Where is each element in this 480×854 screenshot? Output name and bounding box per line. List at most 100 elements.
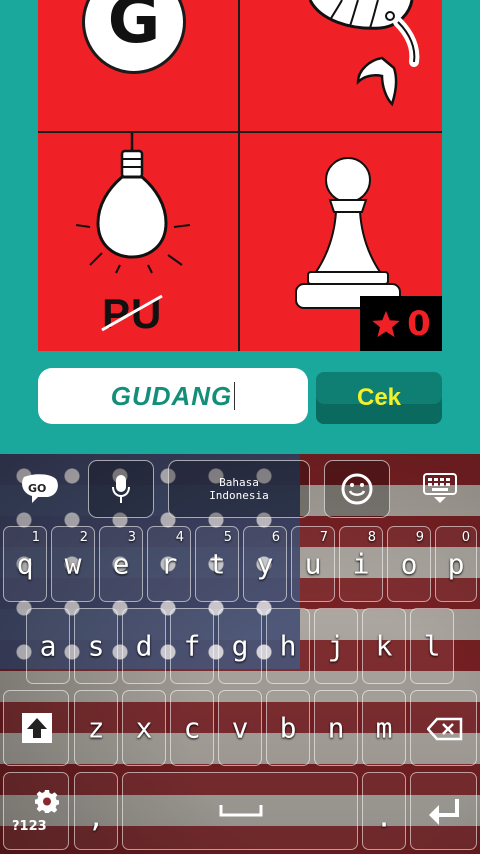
key-label: l [423,629,441,663]
key-label: z [87,711,105,745]
key-f[interactable]: f [170,608,214,684]
key-u[interactable]: 7u [291,526,335,602]
smiley-icon [341,473,373,505]
answer-input[interactable]: GUDANG [38,368,308,424]
star-count: 0 [407,303,431,344]
check-button[interactable]: Cek [316,372,442,424]
key-hint: 0 [461,530,470,545]
star-count-badge: 0 [360,296,442,351]
check-button-label: Cek [356,384,402,411]
answer-text: GUDANG [110,380,233,411]
key-hint: 6 [271,530,280,545]
puzzle-image-grid: G PU [38,0,442,351]
key-label: , [87,800,105,834]
key-label: h [279,629,297,663]
letter-g: G [107,0,161,58]
soft-keyboard: GO Bahasa Indonesia 1q 2w 3e 4r 5t 6y 7u [0,454,480,854]
key-w[interactable]: 2w [51,526,95,602]
key-label: c [183,711,201,745]
shift-arrow-icon [22,713,52,743]
key-label: t [208,547,226,581]
grid-divider-vertical [238,0,240,351]
microphone-button[interactable] [88,460,154,518]
key-y[interactable]: 6y [243,526,287,602]
key-g[interactable]: g [218,608,262,684]
backspace-icon [427,717,463,741]
key-hint: 1 [31,530,40,545]
microphone-icon [112,475,130,503]
backspace-key[interactable] [410,690,477,766]
key-label: j [327,629,345,663]
key-o[interactable]: 9o [387,526,431,602]
key-z[interactable]: z [74,690,118,766]
key-x[interactable]: x [122,690,166,766]
key-s[interactable]: s [74,608,118,684]
star-icon [372,310,400,337]
key-k[interactable]: k [362,608,406,684]
language-line-2: Indonesia [209,489,269,502]
space-key[interactable] [122,772,358,850]
shrimp-illustration [270,0,440,112]
key-label: x [135,711,153,745]
chess-pawn-illustration [290,150,410,320]
go-button[interactable]: GO [10,458,70,518]
symbols-settings-key[interactable]: ?123 [3,772,69,850]
key-label: n [327,711,345,745]
key-label: s [87,629,105,663]
language-line-1: Bahasa [219,476,259,489]
key-label: y [256,547,274,581]
key-i[interactable]: 8i [339,526,383,602]
gear-icon [35,790,59,813]
comma-key[interactable]: , [74,772,118,850]
key-d[interactable]: d [122,608,166,684]
key-hint: 4 [175,530,184,545]
key-j[interactable]: j [314,608,358,684]
key-c[interactable]: c [170,690,214,766]
emoji-button[interactable] [324,460,390,518]
enter-arrow-icon [429,799,459,825]
text-cursor [234,382,236,410]
enter-key[interactable] [410,772,477,850]
key-label: e [112,547,130,581]
key-m[interactable]: m [362,690,406,766]
key-p[interactable]: 0p [435,526,477,602]
key-b[interactable]: b [266,690,310,766]
key-q[interactable]: 1q [3,526,47,602]
key-label: r [160,547,178,581]
key-v[interactable]: v [218,690,262,766]
key-label: v [231,711,249,745]
letter-g-circle: G [82,0,186,74]
space-bar-icon [219,805,263,817]
key-label: g [231,629,249,663]
key-label: d [135,629,153,663]
key-label: b [279,711,297,745]
key-label: . [375,800,393,834]
key-l[interactable]: l [410,608,454,684]
key-n[interactable]: n [314,690,358,766]
language-switch-button[interactable]: Bahasa Indonesia [168,460,310,518]
strike-through-line [101,294,163,332]
key-label: q [16,547,34,581]
keyboard-options-button[interactable] [408,458,472,518]
key-r[interactable]: 4r [147,526,191,602]
key-label: m [375,711,393,745]
key-e[interactable]: 3e [99,526,143,602]
key-label: a [39,629,57,663]
light-bulb-illustration [68,133,208,283]
key-a[interactable]: a [26,608,70,684]
key-label: u [304,547,322,581]
key-hint: 5 [223,530,232,545]
key-h[interactable]: h [266,608,310,684]
period-key[interactable]: . [362,772,406,850]
keyboard-hide-icon [423,473,457,503]
key-label: w [64,547,82,581]
shift-key[interactable] [3,690,69,766]
symbols-label: ?123 [12,819,47,834]
key-t[interactable]: 5t [195,526,239,602]
key-label: i [352,547,370,581]
key-label: p [447,547,465,581]
key-label: o [400,547,418,581]
go-label: GO [28,482,47,495]
key-hint: 3 [127,530,136,545]
key-hint: 2 [79,530,88,545]
